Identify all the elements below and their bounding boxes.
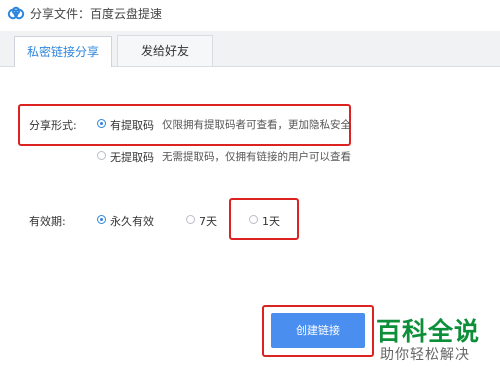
window-title: 分享文件：百度云盘提速 — [30, 7, 163, 21]
tab-private-link[interactable]: 私密链接分享 — [14, 36, 112, 67]
option-with-code-label[interactable]: 有提取码 — [110, 117, 154, 133]
watermark-subtitle: 助你轻松解决 — [380, 347, 470, 363]
radio-permanent[interactable] — [97, 215, 106, 224]
option-without-code-desc: 无需提取码，仅拥有链接的用户可以查看 — [162, 151, 351, 163]
option-without-code-label[interactable]: 无提取码 — [110, 149, 154, 165]
title-bar: 分享文件：百度云盘提速 — [0, 0, 500, 28]
radio-with-code[interactable] — [97, 119, 106, 128]
watermark-title: 百科全说 — [376, 317, 481, 346]
validity-7days-label[interactable]: 7天 — [199, 213, 217, 229]
validity-permanent-label[interactable]: 永久有效 — [110, 213, 154, 229]
radio-1day[interactable] — [249, 215, 258, 224]
radio-without-code[interactable] — [97, 151, 106, 160]
share-form-label: 分享形式: — [29, 119, 77, 132]
validity-label: 有效期: — [29, 215, 66, 228]
validity-1day-label[interactable]: 1天 — [262, 213, 280, 229]
tab-send-friend[interactable]: 发给好友 — [117, 35, 213, 66]
option-with-code-desc: 仅限拥有提取码者可查看，更加隐私安全 — [162, 119, 351, 131]
radio-7days[interactable] — [186, 215, 195, 224]
tab-bar: 私密链接分享 发给好友 — [0, 31, 500, 67]
baidu-cloud-icon — [7, 6, 25, 20]
create-link-button[interactable]: 创建链接 — [271, 313, 365, 348]
